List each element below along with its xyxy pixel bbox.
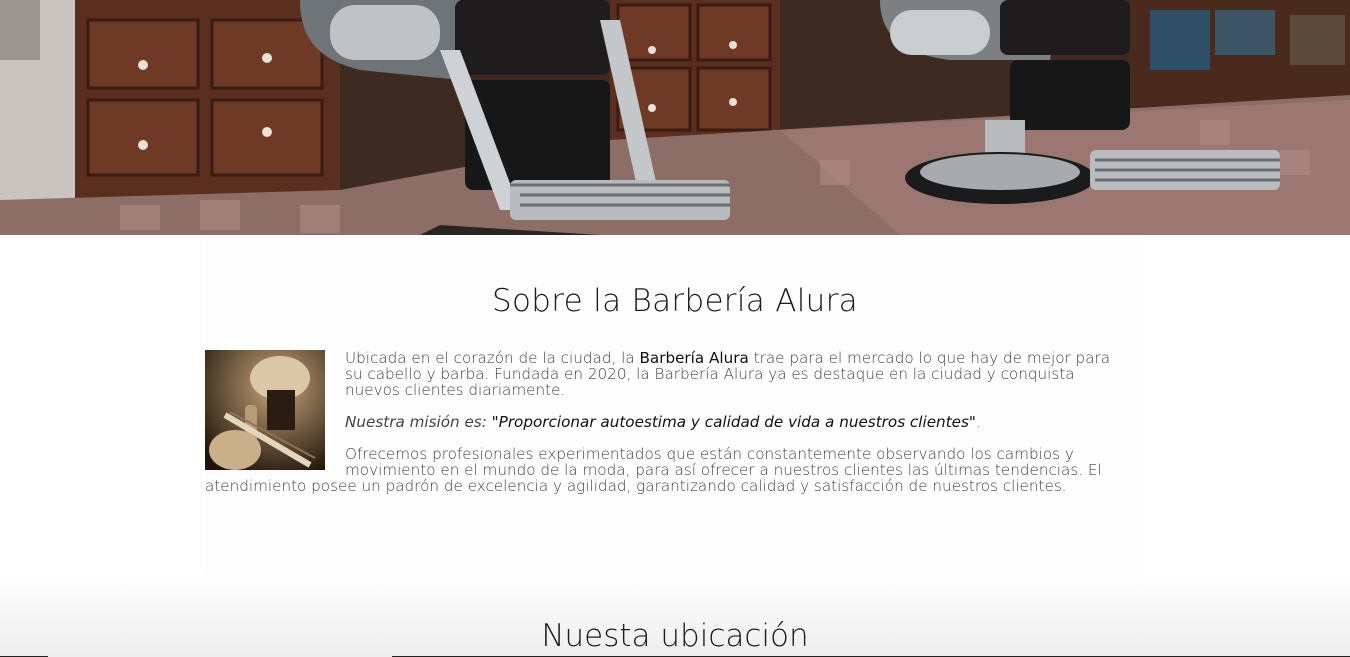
about-paragraph-3: Ofrecemos profesionales experimentados q… bbox=[205, 445, 1102, 495]
mission-quote: "Proporcionar autoestima y calidad de vi… bbox=[491, 413, 976, 431]
location-section: Nuesta ubicación bbox=[0, 575, 1350, 657]
shaving-brush-image bbox=[205, 350, 325, 470]
hero-banner-image bbox=[0, 0, 1350, 235]
location-title: Nuesta ubicación bbox=[541, 618, 809, 654]
about-text: Ubicada en el corazón de la ciudad, la B… bbox=[205, 350, 1130, 494]
about-paragraph-1: Ubicada en el corazón de la ciudad, la B… bbox=[345, 349, 1111, 399]
mission-paragraph: Nuestra misión es: "Proporcionar autoest… bbox=[345, 413, 981, 431]
about-title: Sobre la Barbería Alura bbox=[492, 283, 858, 319]
about-section: Sobre la Barbería Alura Ubicada en el co bbox=[205, 235, 1145, 575]
mission-label: Nuestra misión es: bbox=[345, 413, 492, 431]
